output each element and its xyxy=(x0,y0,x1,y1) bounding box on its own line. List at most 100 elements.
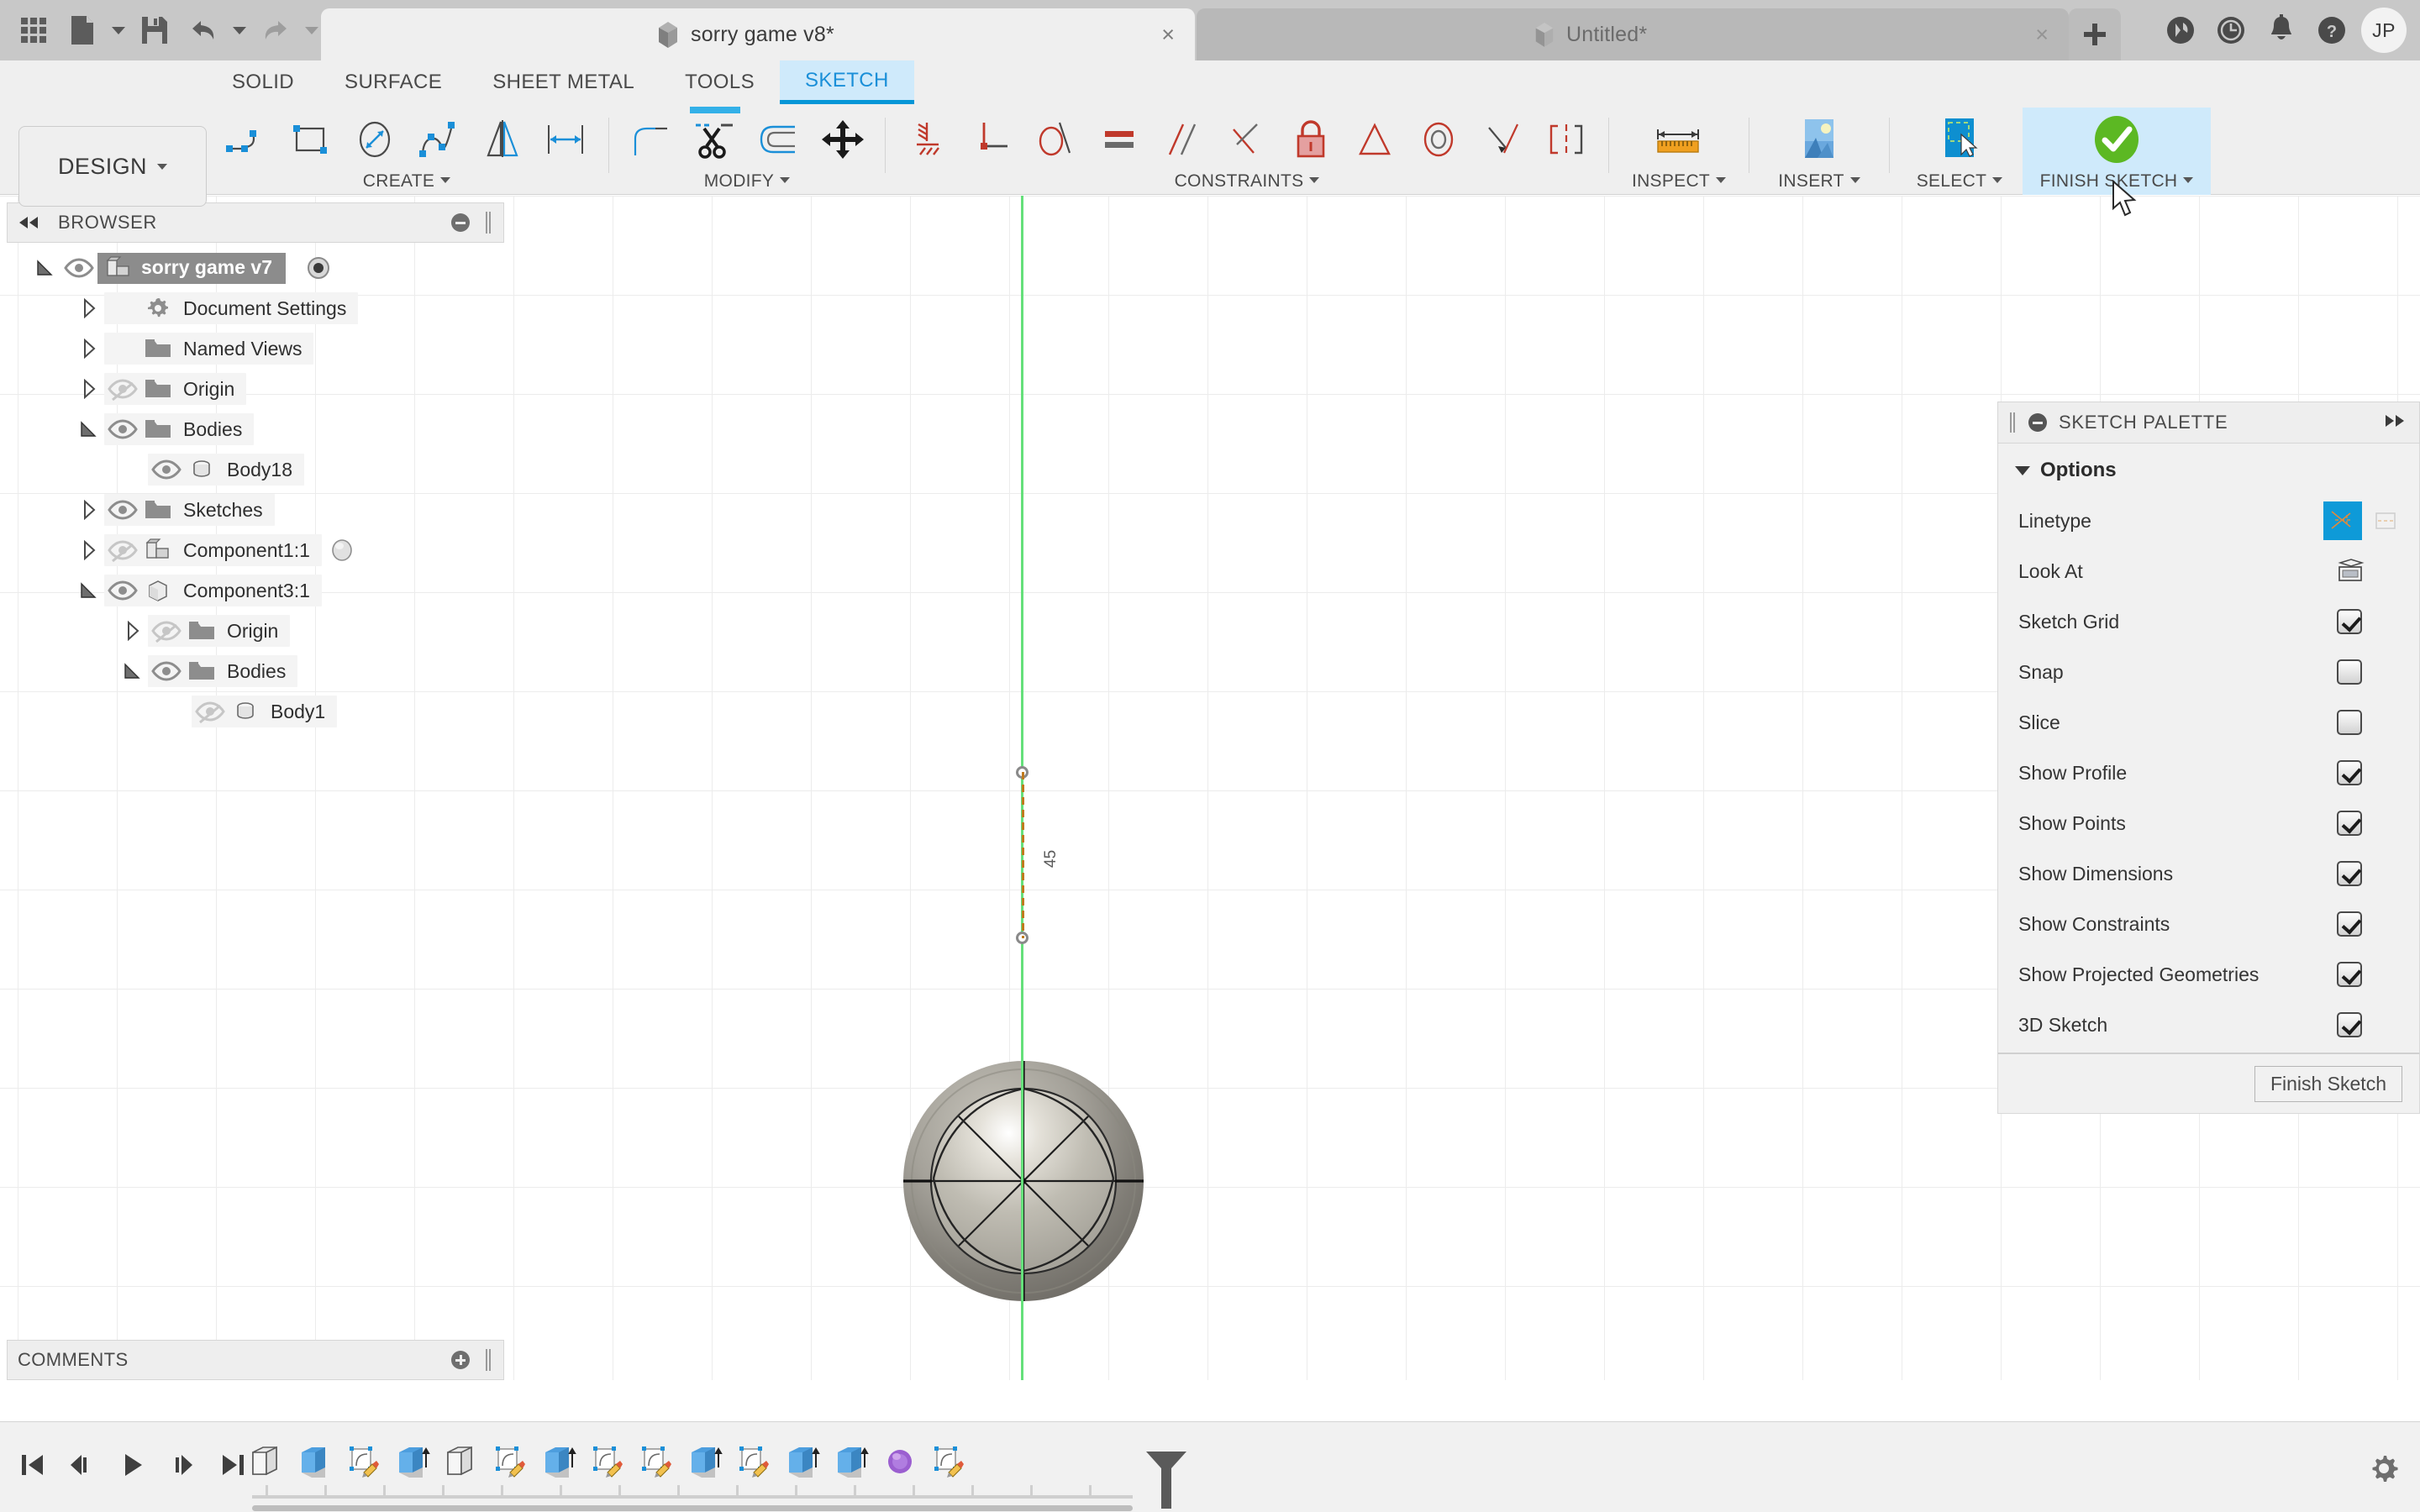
option-row-linetype[interactable]: Linetype xyxy=(1998,496,2419,546)
feature-sketch[interactable] xyxy=(339,1437,388,1488)
double-left-arrow-icon[interactable] xyxy=(18,216,39,229)
feature-sketch[interactable] xyxy=(729,1437,778,1488)
visibility-eye-icon[interactable] xyxy=(104,413,141,445)
document-tab-inactive[interactable]: Untitled* × xyxy=(1197,8,2069,60)
checkbox[interactable] xyxy=(2337,861,2362,886)
symmetry-constraint-icon[interactable] xyxy=(1536,108,1597,171)
visibility-eye-icon[interactable] xyxy=(60,252,97,284)
feature-extrude[interactable] xyxy=(534,1437,583,1488)
expander-icon[interactable] xyxy=(74,292,104,324)
tree-item-body18[interactable]: Body18 xyxy=(0,449,511,490)
panel-label-constraints[interactable]: CONSTRAINTS xyxy=(892,171,1602,195)
feature-sketch[interactable] xyxy=(486,1437,534,1488)
tab-sheet-metal[interactable]: SHEET METAL xyxy=(467,60,660,104)
timeline-horizontal-scrollbar[interactable] xyxy=(252,1505,1133,1511)
option-row-show-points[interactable]: Show Points xyxy=(1998,798,2419,848)
undo-icon[interactable] xyxy=(182,8,225,52)
spline-tool-icon[interactable] xyxy=(408,108,469,171)
circle-tool-icon[interactable] xyxy=(345,108,405,171)
minus-circle-icon[interactable] xyxy=(451,213,470,232)
concentric-constraint-icon[interactable] xyxy=(1408,108,1469,171)
checkbox[interactable] xyxy=(2337,609,2362,634)
checkbox[interactable] xyxy=(2337,710,2362,735)
visibility-eye-icon[interactable] xyxy=(104,494,141,526)
feature-extrude[interactable] xyxy=(827,1437,876,1488)
mirror-tool-icon[interactable] xyxy=(472,108,533,171)
minus-circle-icon[interactable] xyxy=(2028,413,2047,432)
visibility-eye-icon[interactable] xyxy=(104,373,141,405)
option-row-show-projected-geometries[interactable]: Show Projected Geometries xyxy=(1998,949,2419,1000)
step-forward-button[interactable] xyxy=(161,1441,205,1489)
checkbox[interactable] xyxy=(2337,659,2362,685)
expander-icon[interactable] xyxy=(74,575,104,606)
option-row-3d-sketch[interactable]: 3D Sketch xyxy=(1998,1000,2419,1050)
visibility-eye-icon[interactable] xyxy=(148,615,185,647)
extensions-icon[interactable] xyxy=(2160,9,2202,51)
panel-label-finish-sketch[interactable]: FINISH SKETCH xyxy=(2023,171,2211,195)
selected-node[interactable]: sorry game v7 xyxy=(97,252,286,284)
tree-item-body1[interactable]: Body1 xyxy=(0,691,511,732)
trim-tool-icon[interactable] xyxy=(685,107,745,171)
finish-sketch-button[interactable]: Finish Sketch xyxy=(2254,1065,2402,1102)
feature-extrude[interactable] xyxy=(291,1437,339,1488)
close-icon[interactable]: × xyxy=(2035,23,2049,46)
option-row-show-dimensions[interactable]: Show Dimensions xyxy=(1998,848,2419,899)
timeline-settings-gear-icon[interactable] xyxy=(2366,1451,2402,1486)
document-dropdown-caret[interactable] xyxy=(109,8,128,52)
visibility-eye-icon[interactable] xyxy=(104,575,141,606)
browser-resize-grip[interactable] xyxy=(485,212,492,234)
redo-dropdown-caret[interactable] xyxy=(302,8,321,52)
double-right-arrow-icon[interactable] xyxy=(2384,414,2406,432)
panel-label-inspect[interactable]: INSPECT xyxy=(1616,171,1742,195)
perpendicular-constraint-icon[interactable] xyxy=(1217,108,1277,171)
visibility-eye-icon[interactable] xyxy=(192,696,229,727)
tree-item-component3-1[interactable]: Component3:1 xyxy=(0,570,511,611)
checkbox[interactable] xyxy=(2337,962,2362,987)
dome-body[interactable] xyxy=(902,1059,1145,1303)
tree-item-component1-1[interactable]: Component1:1 xyxy=(0,530,511,570)
job-status-icon[interactable] xyxy=(2210,9,2252,51)
tree-item-named-views[interactable]: Named Views xyxy=(0,328,511,369)
panel-label-select[interactable]: SELECT xyxy=(1897,171,2023,195)
panel-label-modify[interactable]: MODIFY xyxy=(616,171,878,195)
checkbox[interactable] xyxy=(2337,811,2362,836)
options-section-header[interactable]: Options xyxy=(1998,444,2419,496)
tab-surface[interactable]: SURFACE xyxy=(319,60,467,104)
help-icon[interactable]: ? xyxy=(2311,9,2353,51)
insert-image-icon[interactable] xyxy=(1789,108,1849,171)
visibility-eye-icon[interactable] xyxy=(148,454,185,486)
midpoint-constraint-icon[interactable] xyxy=(1344,108,1405,171)
save-icon[interactable] xyxy=(133,8,176,52)
palette-resize-grip[interactable] xyxy=(2010,412,2017,433)
feature-extrude[interactable] xyxy=(681,1437,729,1488)
tree-item-origin[interactable]: Origin xyxy=(0,611,511,651)
tree-item-sketches[interactable]: Sketches xyxy=(0,490,511,530)
expander-icon[interactable] xyxy=(74,494,104,526)
expander-icon[interactable] xyxy=(30,252,60,284)
checkbox[interactable] xyxy=(2337,1012,2362,1037)
option-row-snap[interactable]: Snap xyxy=(1998,647,2419,697)
apps-grid-icon[interactable] xyxy=(12,8,55,52)
tree-item-origin[interactable]: Origin xyxy=(0,369,511,409)
tree-item-document-settings[interactable]: Document Settings xyxy=(0,288,511,328)
feature-sketch[interactable] xyxy=(583,1437,632,1488)
offset-tool-icon[interactable] xyxy=(749,108,809,171)
rectangle-tool-icon[interactable] xyxy=(281,108,341,171)
option-row-sketch-grid[interactable]: Sketch Grid xyxy=(1998,596,2419,647)
collinear-constraint-icon[interactable] xyxy=(961,108,1022,171)
go-to-beginning-button[interactable] xyxy=(10,1441,54,1489)
measure-icon[interactable] xyxy=(1649,108,1709,171)
workspace-switcher[interactable]: DESIGN xyxy=(18,126,207,207)
tree-item-sorry-game-v7[interactable]: sorry game v7 xyxy=(0,248,511,288)
dimension-value-small[interactable]: 45 xyxy=(1042,850,1060,868)
sphere-icon[interactable] xyxy=(330,538,354,562)
comments-panel[interactable]: COMMENTS xyxy=(7,1340,504,1380)
checkbox[interactable] xyxy=(2337,760,2362,785)
feature-sketch[interactable] xyxy=(632,1437,681,1488)
tree-item-bodies[interactable]: Bodies xyxy=(0,651,511,691)
option-row-slice[interactable]: Slice xyxy=(1998,697,2419,748)
expander-icon[interactable] xyxy=(74,413,104,445)
tab-sketch[interactable]: SKETCH xyxy=(780,60,914,104)
panel-label-create[interactable]: CREATE xyxy=(212,171,602,195)
close-icon[interactable]: × xyxy=(1161,23,1175,46)
